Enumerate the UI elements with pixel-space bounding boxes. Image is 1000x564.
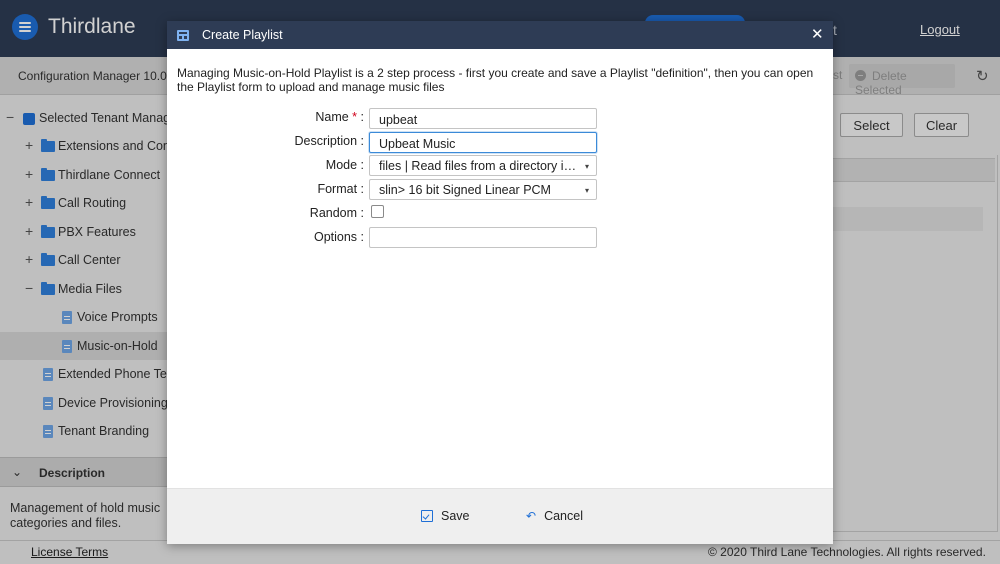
- description-input[interactable]: [369, 132, 597, 153]
- name-label-text: Name: [315, 110, 349, 124]
- options-input[interactable]: [369, 227, 597, 248]
- cancel-label: Cancel: [544, 509, 583, 523]
- format-select[interactable]: slin> 16 bit Signed Linear PCM: [369, 179, 597, 200]
- name-label: Name * :: [315, 110, 364, 124]
- cancel-button[interactable]: ↶ Cancel: [526, 509, 583, 523]
- save-icon: [421, 510, 433, 522]
- format-label: Format :: [317, 182, 364, 196]
- save-label: Save: [441, 509, 470, 523]
- mode-select-value: files | Read files from a directory in a…: [379, 159, 597, 173]
- format-select-value: slin> 16 bit Signed Linear PCM: [379, 183, 551, 197]
- dialog-footer: Save ↶ Cancel: [167, 488, 833, 544]
- required-marker: *: [352, 110, 358, 124]
- mode-select[interactable]: files | Read files from a directory in a…: [369, 155, 597, 176]
- form-icon: [177, 30, 189, 41]
- random-label: Random :: [309, 206, 364, 220]
- description-label: Description :: [294, 134, 364, 148]
- dropdown-caret-icon: ▾: [585, 162, 590, 171]
- dialog-header: Create Playlist ✕: [167, 21, 833, 49]
- options-label: Options :: [313, 230, 364, 244]
- name-input[interactable]: [369, 108, 597, 129]
- dialog-title: Create Playlist: [202, 28, 283, 42]
- dropdown-caret-icon: ▾: [585, 186, 590, 195]
- undo-icon: ↶: [526, 509, 537, 523]
- save-button[interactable]: Save: [421, 509, 470, 523]
- mode-label: Mode :: [325, 158, 364, 172]
- create-playlist-dialog: Create Playlist ✕ Managing Music-on-Hold…: [167, 21, 833, 544]
- dialog-intro-text: Managing Music-on-Hold Playlist is a 2 s…: [177, 66, 814, 94]
- random-checkbox[interactable]: [371, 205, 384, 218]
- close-icon[interactable]: ✕: [811, 25, 824, 43]
